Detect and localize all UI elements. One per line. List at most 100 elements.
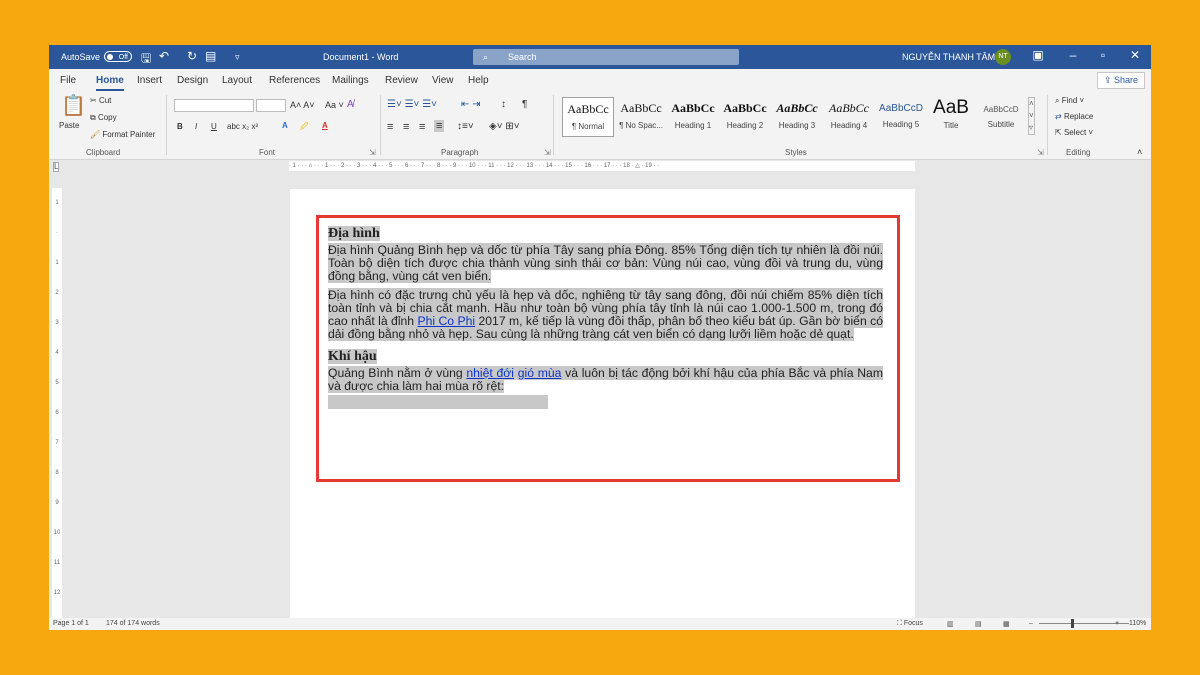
customize-qat-icon[interactable]: ▿ [235,52,240,63]
ribbon-display-icon[interactable]: ▣ [1028,48,1048,62]
share-button[interactable]: ⇪ Share [1097,72,1145,89]
style-title[interactable]: AaB Title [925,97,977,137]
minimize-icon[interactable]: – [1063,48,1083,62]
style-normal[interactable]: AaBbCc ¶ Normal [562,97,614,137]
horizontal-ruler[interactable]: · 1 · · · ⌂ · · · 1 · · · 2 · · · 3 · · … [289,161,915,171]
tab-file[interactable]: File [60,75,76,86]
avatar[interactable]: NT [995,49,1011,65]
paste-icon[interactable]: 📋 [61,93,86,118]
ruler-tick-label: 12 [53,590,61,596]
link-nhiet-doi[interactable]: nhiệt đới [466,366,514,380]
style-no-spacing[interactable]: AaBbCc ¶ No Spac... [615,97,667,137]
strikethrough-icon[interactable]: abc x₂ x² [227,122,258,131]
focus-button[interactable]: ⛶ Focus [897,620,923,628]
zoom-slider-thumb[interactable] [1071,619,1074,628]
tab-layout[interactable]: Layout [222,75,252,86]
style-preview: AaBbCc [620,101,662,115]
underline-button[interactable]: U [211,122,217,131]
tab-view[interactable]: View [432,75,454,86]
highlight-icon[interactable]: 🖉 [300,121,309,135]
font-color-icon[interactable]: A [322,121,328,130]
find-button[interactable]: ⌕ Find ˅ [1055,96,1084,106]
style-heading-5[interactable]: AaBbCcD Heading 5 [875,97,927,137]
web-layout-icon[interactable]: ▦ [1003,620,1010,628]
text-effects-icon[interactable]: A [282,121,288,130]
autosave-toggle[interactable]: Off [104,51,132,62]
tab-insert[interactable]: Insert [137,75,162,86]
paste-label[interactable]: Paste [59,121,79,130]
tab-selector-icon[interactable]: L [53,162,60,172]
bold-button[interactable]: B [177,122,183,131]
replace-button[interactable]: ⇄ Replace [1055,112,1093,121]
styles-gallery-scroll-icon[interactable]: ˄ ˅ ▿ [1028,97,1035,135]
clipboard-icon[interactable]: ▤ [205,49,216,63]
format-painter-button[interactable]: 🖌 Format Painter [90,130,155,139]
ruler-tick-label: 1 [55,200,59,206]
indent-icon[interactable]: ⇤ ⇥ [461,99,481,110]
style-heading-4[interactable]: AaBbCc Heading 4 [823,97,875,137]
style-heading-3[interactable]: AaBbCc Heading 3 [771,97,823,137]
tab-design[interactable]: Design [177,75,208,86]
style-name: Title [943,121,959,130]
justify-icon[interactable]: ≡ [434,120,445,132]
tab-help[interactable]: Help [468,75,489,86]
print-layout-icon[interactable]: ▤ [975,620,982,628]
user-name[interactable]: NGUYỄN THANH TÂM [902,52,995,62]
ruler-tick-label: · [56,230,58,236]
font-size-dropdown[interactable] [256,99,286,112]
select-button[interactable]: ⇱ Select ˅ [1055,128,1093,137]
pilcrow-icon[interactable]: ¶ [522,99,527,110]
vertical-ruler[interactable]: 1 · 1 2 3 4 5 6 7 8 9 10 11 12 [52,188,62,618]
copy-button[interactable]: ⧉ Copy [90,113,117,123]
tab-mailings[interactable]: Mailings [332,75,369,86]
document-page[interactable]: Địa hình Địa hình Quảng Bình hẹp và dốc … [290,189,915,618]
align-left-icon[interactable]: ≡ [387,121,393,133]
style-preview: AaBbCcD [983,105,1019,114]
word-count[interactable]: 174 of 174 words [106,620,160,627]
tab-review[interactable]: Review [385,75,418,86]
change-case-icon[interactable]: Aa ˅ [325,100,344,110]
collapse-ribbon-icon[interactable]: ˄ [1137,147,1142,157]
tab-home[interactable]: Home [96,75,124,91]
page-count[interactable]: Page 1 of 1 [53,620,89,627]
document-body[interactable]: Địa hình Địa hình Quảng Bình hẹp và dốc … [328,226,883,412]
zoom-in-icon[interactable]: + [1115,620,1119,627]
font-name-dropdown[interactable] [174,99,254,112]
bullets-icon[interactable]: ☰˅ ☰˅ ☰˅ [387,99,437,110]
search-icon: ⌕ [483,52,489,62]
read-mode-icon[interactable]: ▥ [947,620,954,628]
redo-icon[interactable]: ↻ [187,49,197,63]
align-center-icon[interactable]: ≡ [403,121,409,133]
style-preview: AaBbCc [723,101,767,115]
sort-icon[interactable]: ↕ [501,99,506,110]
ruler-tick-label: 11 [53,560,61,566]
align-right-icon[interactable]: ≡ [419,121,425,133]
paragraph-text: Quảng Bình nằm ở vùng nhiệt đới gió mùa … [328,366,883,393]
style-heading-1[interactable]: AaBbCc Heading 1 [667,97,719,137]
undo-icon[interactable]: ↶ [159,49,169,63]
zoom-out-icon[interactable]: – [1029,620,1033,627]
tab-references[interactable]: References [269,75,320,86]
link-gio-mua[interactable]: gió mùa [518,366,562,380]
maximize-icon[interactable]: ▫ [1093,48,1113,62]
cut-label: Cut [98,96,112,105]
search-box[interactable]: ⌕ Search [473,49,739,65]
link-phi-co-phi[interactable]: Phi Co Phi [417,314,475,328]
clear-formatting-icon[interactable]: A̸ [347,99,354,110]
cut-button[interactable]: ✂ Cut [90,96,111,105]
ribbon-tabs: File Home Insert Design Layout Reference… [49,69,1151,91]
style-heading-2[interactable]: AaBbCc Heading 2 [719,97,771,137]
ruler-tick-label: 5 [55,380,59,386]
line-spacing-icon[interactable]: ↕≡˅ [457,121,474,132]
save-icon[interactable]: 🖫 [141,49,151,70]
zoom-level[interactable]: 110% [1129,620,1146,627]
paragraph-dialog-launcher-icon[interactable]: ⇲ [544,148,551,157]
close-icon[interactable]: ✕ [1125,48,1145,62]
style-subtitle[interactable]: AaBbCcD Subtitle [975,97,1027,137]
text-run: Quảng Bình nằm ở vùng [328,366,467,380]
font-dialog-launcher-icon[interactable]: ⇲ [369,148,376,157]
italic-button[interactable]: I [195,122,197,131]
styles-dialog-launcher-icon[interactable]: ⇲ [1037,148,1044,157]
shading-icon[interactable]: ◈˅ ⊞˅ [489,121,520,132]
grow-font-icon[interactable]: A˄ A˅ [290,100,315,110]
